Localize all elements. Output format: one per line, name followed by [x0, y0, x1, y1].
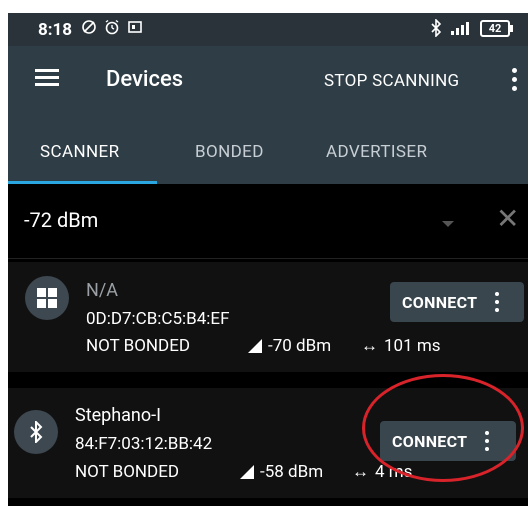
list-divider: [8, 373, 528, 388]
signal-strength-icon: [240, 465, 254, 479]
interval-arrows-icon: ↔: [361, 336, 378, 356]
advertising-interval: ↔ 4 ms: [352, 462, 412, 482]
rssi-text: -58 dBm: [260, 462, 324, 482]
tab-advertiser[interactable]: ADVERTISER: [326, 142, 427, 162]
interval-text: 101 ms: [384, 336, 441, 356]
bluetooth-icon: [14, 410, 58, 454]
connect-button-label: CONNECT: [402, 292, 478, 312]
status-left-icons: [81, 19, 143, 35]
connect-button[interactable]: CONNECT: [380, 421, 516, 461]
tab-bonded[interactable]: BONDED: [195, 142, 264, 162]
interval-text: 4 ms: [375, 462, 413, 482]
tab-bar: SCANNER BONDED ADVERTISER: [8, 115, 528, 184]
signal-icon: [451, 22, 469, 35]
signal-strength-icon: [248, 339, 262, 353]
connect-button-label: CONNECT: [392, 431, 468, 451]
rssi-value: -70 dBm: [248, 336, 331, 356]
device-name: Stephano-I: [75, 405, 162, 426]
device-address: 0D:D7:CB:C5:B4:EF: [86, 309, 230, 329]
dropdown-arrow-icon[interactable]: [442, 221, 454, 227]
tab-scanner[interactable]: SCANNER: [40, 142, 119, 162]
status-right-icons: 42: [430, 19, 513, 37]
clear-filter-icon[interactable]: ✕: [496, 205, 519, 233]
status-bar: 8:18 42: [8, 13, 528, 46]
menu-icon[interactable]: [35, 69, 59, 87]
phone-screen: 8:18 42 Devices STOP SCANNING SCANNER BO…: [8, 13, 528, 506]
rssi-filter-value[interactable]: -72 dBm: [24, 208, 98, 232]
app-bar: Devices STOP SCANNING: [8, 46, 528, 115]
interval-arrows-icon: ↔: [352, 462, 369, 482]
device-row[interactable]: Stephano-I 84:F7:03:12:BB:42 NOT BONDED …: [8, 388, 528, 498]
device-name: N/A: [86, 280, 119, 301]
page-title: Devices: [106, 67, 184, 92]
stop-scanning-button[interactable]: STOP SCANNING: [324, 71, 459, 91]
battery-indicator: 42: [480, 19, 513, 37]
device-more-icon[interactable]: [495, 292, 500, 312]
status-time: 8:18: [38, 20, 73, 40]
alarm-icon: [105, 19, 119, 35]
device-row[interactable]: N/A 0D:D7:CB:C5:B4:EF NOT BONDED -70 dBm…: [8, 262, 528, 372]
more-options-icon[interactable]: [512, 68, 518, 95]
rssi-text: -70 dBm: [268, 336, 332, 356]
rssi-value: -58 dBm: [240, 462, 323, 482]
rssi-filter-bar[interactable]: -72 dBm ✕: [8, 184, 528, 259]
advertising-interval: ↔ 101 ms: [361, 336, 441, 356]
device-more-icon[interactable]: [485, 431, 490, 451]
bond-state: NOT BONDED: [75, 462, 180, 482]
windows-icon: [25, 276, 69, 320]
bluetooth-icon: [431, 19, 442, 37]
do-not-disturb-icon: [82, 20, 96, 34]
bond-state: NOT BONDED: [86, 336, 191, 356]
device-address: 84:F7:03:12:BB:42: [75, 434, 213, 454]
connect-button[interactable]: CONNECT: [390, 282, 524, 322]
screen-cast-icon: [128, 21, 142, 33]
